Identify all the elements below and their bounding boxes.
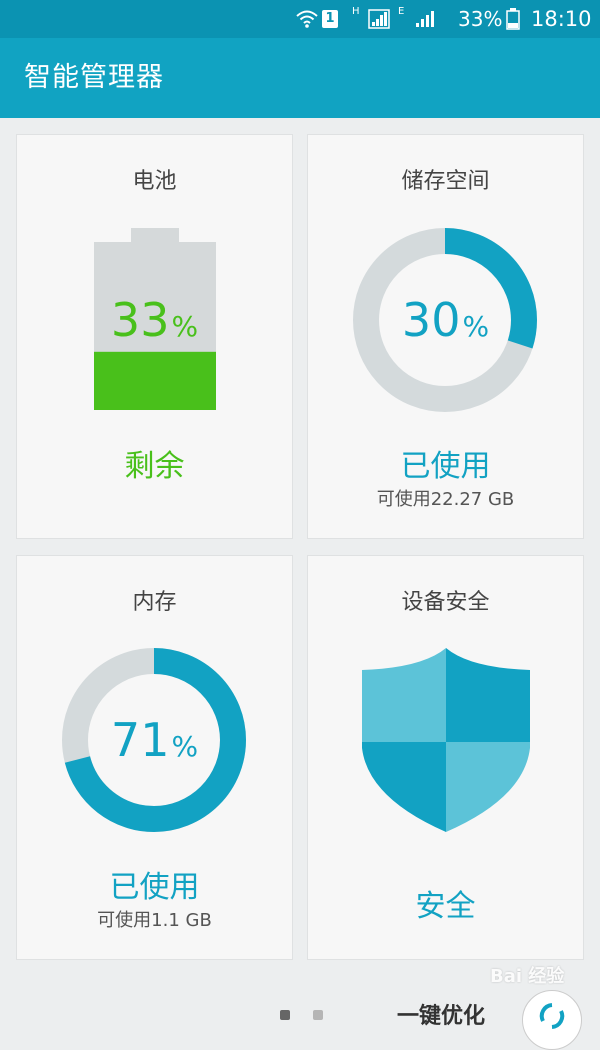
- wifi-icon: [296, 0, 318, 38]
- battery-icon: [506, 0, 520, 38]
- shield-icon: [362, 648, 530, 832]
- battery-card[interactable]: 电池 33% 剩余: [16, 134, 293, 539]
- page-indicator-dot-active[interactable]: [280, 1010, 290, 1020]
- watermark-logo: Bai 经验: [490, 966, 565, 987]
- signal-icon-1: [368, 0, 390, 38]
- battery-percent-value: 33%: [110, 293, 199, 347]
- app-bar: 智能管理器: [0, 38, 600, 118]
- status-bar: 1 H E 33% 18:10: [0, 0, 600, 38]
- memory-available: 可使用1.1 GB: [97, 910, 212, 931]
- security-card-title: 设备安全: [401, 590, 490, 615]
- security-status: 安全: [415, 889, 476, 924]
- optimize-button[interactable]: [522, 990, 582, 1050]
- clock: 18:10: [531, 7, 592, 31]
- battery-card-title: 电池: [132, 169, 177, 194]
- page-title: 智能管理器: [24, 62, 164, 93]
- memory-card-title: 内存: [132, 590, 177, 615]
- security-card[interactable]: 设备安全 安全: [307, 555, 584, 960]
- storage-available: 可使用22.27 GB: [376, 489, 515, 510]
- memory-card[interactable]: 内存 71% 已使用 可使用1.1 GB: [16, 555, 293, 960]
- memory-status: 已使用: [109, 870, 200, 905]
- optimize-label[interactable]: 一键优化: [397, 998, 485, 1030]
- storage-percent-value: 30%: [401, 293, 490, 347]
- battery-fill: [94, 351, 216, 410]
- refresh-icon: [539, 1003, 565, 1029]
- storage-card-title: 储存空间: [401, 169, 490, 194]
- storage-card[interactable]: 储存空间 30% 已使用 可使用22.27 GB: [307, 134, 584, 539]
- page-indicator-dot[interactable]: [313, 1010, 323, 1020]
- network-type-h: H: [352, 5, 360, 17]
- network-type-e: E: [398, 5, 405, 17]
- battery-percent: 33%: [458, 7, 503, 31]
- battery-status: 剩余: [124, 449, 185, 484]
- storage-status: 已使用: [400, 449, 491, 484]
- memory-percent-value: 71%: [110, 713, 199, 767]
- sim-icon: 1: [322, 0, 338, 38]
- signal-icon-2: [414, 0, 438, 38]
